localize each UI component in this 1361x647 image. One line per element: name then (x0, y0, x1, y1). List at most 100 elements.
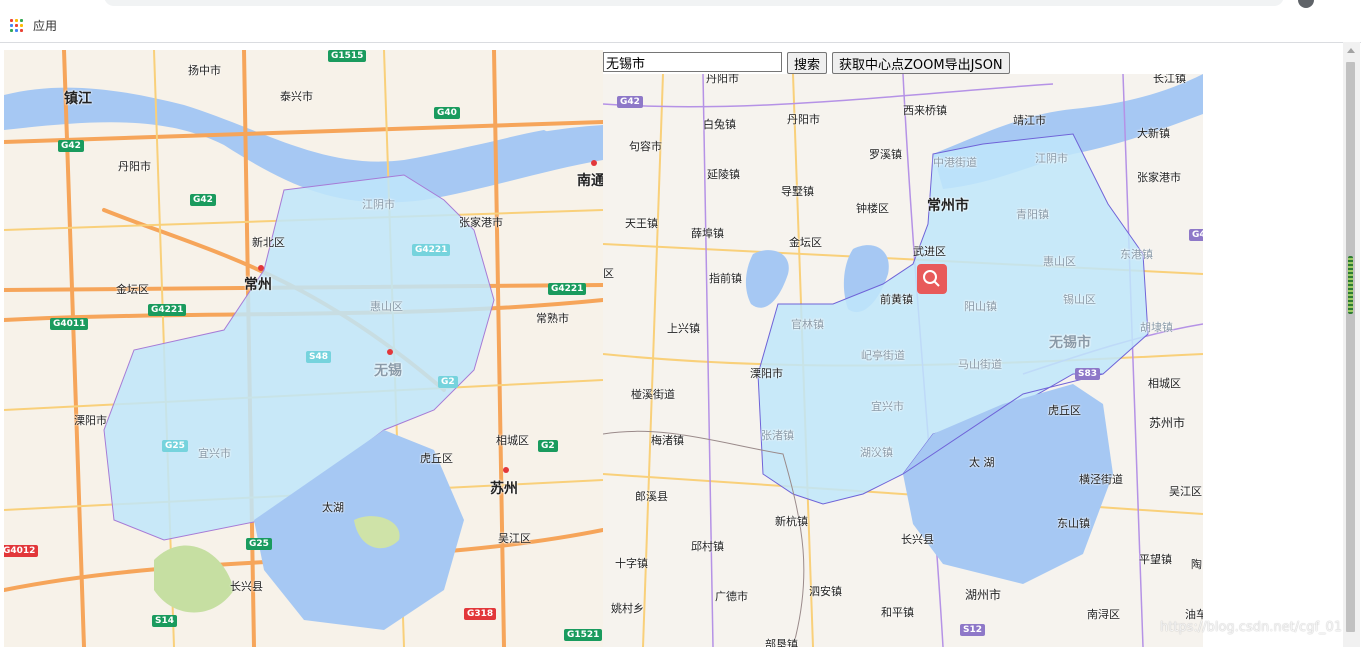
r-label-qiucun: 邱村镇 (691, 540, 724, 553)
r-hwy-g4: G4 (1189, 229, 1203, 241)
label-suzhou: 苏州 (490, 481, 518, 497)
r-label-wuxi: 无锡市 (1049, 335, 1091, 351)
r-hwy-s12: S12 (960, 624, 986, 636)
r-label-changjiang: 长江镇 (1153, 74, 1186, 85)
r-label-xilaiqiao: 西来桥镇 (903, 104, 947, 117)
r-label-changzhou: 常州市 (927, 198, 969, 214)
label-taixing: 泰兴市 (280, 90, 313, 103)
r-label-yixing: 宜兴市 (871, 400, 904, 413)
hwy-g1515: G1515 (328, 50, 367, 62)
r-label-sian: 泗安镇 (809, 585, 842, 598)
hwy-g4221b: G4221 (148, 304, 187, 316)
search-button[interactable]: 搜索 (787, 52, 828, 74)
r-label-qingyang: 青阳镇 (1016, 208, 1049, 221)
right-map[interactable]: 丹阳市 西来桥镇 靖江市 长江镇 句容市 白兔镇 丹阳市 罗溪镇 中港街道 江阴… (603, 74, 1203, 647)
r-label-jintan: 金坛区 (789, 236, 822, 249)
r-label-dongshan: 东山镇 (1057, 517, 1090, 530)
r-label-huzhou: 湖州市 (965, 588, 1002, 602)
bookmark-apps-label: 应用 (33, 19, 58, 33)
r-label-suzhou: 苏州市 (1149, 416, 1186, 430)
r-label-daxin: 大新镇 (1137, 127, 1170, 140)
label-changshu: 常熟市 (536, 312, 569, 325)
r-label-xiangcheng: 相城区 (1148, 377, 1181, 390)
r-label-huishan: 惠山区 (1043, 255, 1076, 268)
r-label-zhonglou: 钟楼区 (856, 202, 889, 215)
label-yangzhong: 扬中市 (188, 64, 221, 77)
label-liyang: 溧阳市 (74, 414, 107, 427)
location-marker[interactable] (917, 264, 947, 294)
hwy-g318: G318 (464, 608, 497, 620)
hwy-g1521: G1521 (564, 629, 603, 641)
r-label-bukun: 部垦镇 (765, 638, 798, 647)
search-controls: 搜索 获取中心点ZOOM导出JSON (603, 52, 1010, 74)
hwy-g40: G40 (434, 107, 460, 119)
r-label-taihu: 太 湖 (969, 456, 995, 469)
browser-toolbar: 应用 (0, 0, 1361, 43)
r-label-yanling: 延陵镇 (707, 168, 740, 181)
r-label-yangshan: 阳山镇 (964, 300, 997, 313)
label-wuxi: 无锡 (374, 363, 402, 379)
page-scrollbar[interactable] (1343, 42, 1360, 647)
r-label-nanxun: 南浔区 (1087, 608, 1120, 621)
profile-icon[interactable] (1298, 0, 1314, 8)
hwy-g4221a: G4221 (412, 244, 451, 256)
hwy-s14: S14 (152, 615, 178, 627)
label-huqiu: 虎丘区 (420, 452, 453, 465)
r-label-guanlin: 官林镇 (791, 318, 824, 331)
r-label-hengjing: 横泾街道 (1079, 473, 1123, 486)
label-jintan: 金坛区 (116, 283, 149, 296)
r-label-zhiqian: 指前镇 (709, 272, 742, 285)
r-label-pingwang: 平望镇 (1139, 553, 1172, 566)
r-label-baitu: 白兔镇 (703, 118, 736, 131)
scroll-up-arrow-icon[interactable] (1347, 48, 1355, 53)
scrollbar-thumb[interactable] (1346, 62, 1355, 632)
label-xiangcheng: 相城区 (496, 434, 529, 447)
label-xinbei: 新北区 (252, 236, 285, 249)
r-label-hudai: 胡埭镇 (1140, 321, 1173, 334)
r-label-donggang: 东港镇 (1120, 248, 1153, 261)
r-hwy-g42: G42 (617, 96, 643, 108)
r-label-wujiang: 吴江区 (1169, 485, 1202, 498)
label-wujiang: 吴江区 (498, 532, 531, 545)
label-zhenjiang: 镇江 (64, 91, 92, 107)
hwy-g4012: G4012 (4, 545, 39, 557)
r-label-zhuxi: 椪溪街道 (631, 388, 675, 401)
r-label-yaocun: 姚村乡 (611, 602, 644, 615)
label-yixing: 宜兴市 (198, 447, 231, 460)
left-map[interactable]: 镇江 扬中市 泰兴市 丹阳市 江阴市 张家港市 南通 新北区 常州 金坛区 惠山… (4, 50, 603, 647)
export-json-button[interactable]: 获取中心点ZOOM导出JSON (832, 52, 1010, 74)
left-map-canvas (4, 50, 603, 647)
r-label-mashan: 马山街道 (958, 358, 1002, 371)
label-changxing: 长兴县 (230, 580, 263, 593)
r-label-shizi: 十字镇 (615, 557, 648, 570)
r-label-zhangzhu: 张渚镇 (761, 429, 794, 442)
r-label-hufu: 湖㳇镇 (860, 446, 893, 459)
scrollbar-grip[interactable] (1348, 256, 1353, 314)
label-nantong: 南通 (577, 173, 603, 189)
label-danyang: 丹阳市 (118, 160, 151, 173)
r-label-huqiu: 虎丘区 (1048, 404, 1081, 417)
r-label-meizhu: 梅渚镇 (651, 434, 684, 447)
r-label-heping: 和平镇 (881, 606, 914, 619)
r-label-liyang: 溧阳市 (750, 367, 783, 380)
label-huishan: 惠山区 (370, 300, 403, 313)
city-search-input[interactable] (603, 52, 782, 72)
r-label-changxing: 长兴县 (901, 533, 934, 546)
r-label-langxi: 郎溪县 (635, 490, 668, 503)
r-label-qu: 区 (603, 267, 614, 280)
r-label-tianwang: 天王镇 (625, 217, 658, 230)
apps-grid-icon (10, 19, 23, 32)
hwy-s48: S48 (306, 351, 332, 363)
hwy-g2a: G2 (438, 376, 458, 388)
r-label-xishan: 锡山区 (1063, 293, 1096, 306)
r-label-shangxing: 上兴镇 (667, 322, 700, 335)
hwy-g4011: G4011 (50, 318, 89, 330)
address-bar[interactable] (104, 0, 1284, 6)
r-label-wujin: 武进区 (913, 245, 946, 258)
r-label-daoshu: 导墅镇 (781, 185, 814, 198)
r-label-xuebu: 薛埠镇 (691, 227, 724, 240)
bookmark-apps[interactable]: 应用 (10, 17, 57, 34)
r-label-guangde: 广德市 (715, 590, 748, 603)
r-label-dantu: 丹阳市 (706, 74, 739, 85)
watermark: https://blog.csdn.net/cgf_01 (1160, 620, 1343, 635)
